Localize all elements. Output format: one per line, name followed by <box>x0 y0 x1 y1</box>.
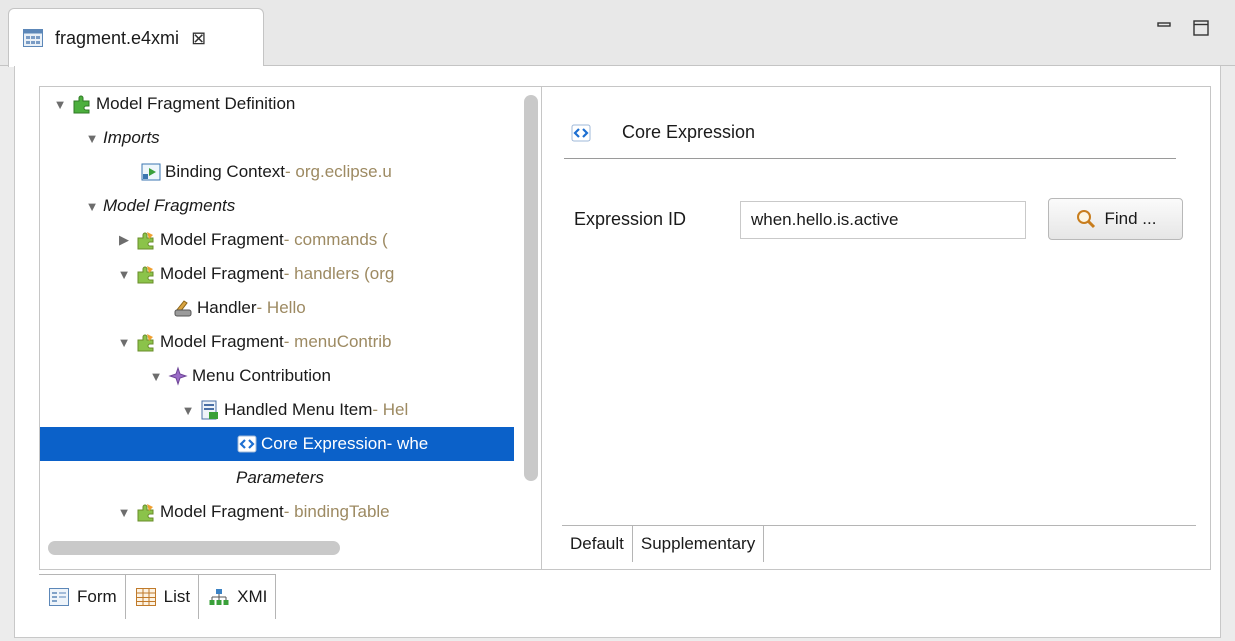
tree-row-extra: - org.eclipse.u <box>285 162 392 181</box>
hierarchy-icon <box>209 589 229 605</box>
tree-row-model-fragment-commands[interactable]: ▶ Model Fragment - commands ( <box>116 223 388 257</box>
tree-row-label: Handled Menu Item <box>224 400 373 419</box>
fragment-puzzle-icon <box>137 232 154 250</box>
tree-row-label: Parameters <box>236 468 324 487</box>
horizontal-scrollbar[interactable] <box>48 541 340 555</box>
tree-row-model-fragment-bindingtable[interactable]: ▼ Model Fragment - bindingTable <box>116 495 390 529</box>
tab-supplementary-label: Supplementary <box>640 534 756 553</box>
tree-row-label: Model Fragments <box>103 196 236 215</box>
expanded-arrow-icon[interactable]: ▼ <box>116 335 132 350</box>
details-header: Core Expression <box>564 107 1176 159</box>
tree-row-handler[interactable]: Handler - Hello <box>172 291 306 325</box>
find-button-label: Find ... <box>1104 209 1157 228</box>
tree-row-parameters[interactable]: Parameters <box>236 461 324 495</box>
expanded-arrow-icon[interactable]: ▼ <box>52 97 68 112</box>
maximize-icon[interactable] <box>1193 20 1209 36</box>
core-expression-icon <box>571 124 591 141</box>
tree-row-label: Binding Context <box>165 162 286 181</box>
handler-icon <box>174 300 192 317</box>
tree-row-model-fragment-handlers[interactable]: ▼ Model Fragment - handlers (org <box>116 257 394 291</box>
details-title: Core Expression <box>622 122 756 142</box>
editor-tab-title: fragment.e4xmi <box>55 27 180 48</box>
tree-row-label: Core Expression <box>261 434 387 453</box>
tab-list[interactable]: List <box>126 575 200 619</box>
tree-row-extra: - commands ( <box>283 230 388 249</box>
editor-content: ▼ Model Fragment Definition ▼ Imports Bi… <box>14 66 1221 638</box>
tab-supplementary[interactable]: Supplementary <box>633 526 765 562</box>
fragment-puzzle-icon <box>137 334 154 352</box>
details-panel: Core Expression Expression ID Find ... D… <box>541 86 1211 570</box>
tab-form-label: Form <box>77 587 117 606</box>
tree-row-label: Menu Contribution <box>192 366 331 385</box>
magnifier-icon <box>1076 210 1095 229</box>
core-expression-icon <box>237 435 257 453</box>
expanded-arrow-icon[interactable]: ▼ <box>84 131 100 146</box>
expanded-arrow-icon[interactable]: ▼ <box>148 369 164 384</box>
tab-form[interactable]: Form <box>39 575 126 619</box>
tree-row-label: Model Fragment <box>160 332 284 351</box>
fragment-puzzle-icon <box>137 504 154 522</box>
tree-row-handled-menu-item[interactable]: ▼ Handled Menu Item - Hel <box>180 393 408 427</box>
tab-list-label: List <box>163 587 191 606</box>
tree-row-label: Model Fragment <box>160 264 284 283</box>
puzzle-icon <box>73 95 90 114</box>
expanded-arrow-icon[interactable]: ▼ <box>116 505 132 520</box>
model-editor: fragment.e4xmi ⊠ ▼ Model Fragment Defini… <box>0 0 1235 641</box>
editor-tab[interactable]: fragment.e4xmi ⊠ <box>8 8 264 67</box>
tree-row-label: Model Fragment <box>160 230 284 249</box>
expression-id-input[interactable] <box>740 201 1026 239</box>
tree-row-extra: - bindingTable <box>283 502 390 521</box>
find-button[interactable]: Find ... <box>1048 198 1183 240</box>
fragment-puzzle-icon <box>137 266 154 284</box>
tab-xmi-label: XMI <box>237 587 268 606</box>
tree-row-extra: - whe <box>386 434 429 453</box>
expanded-arrow-icon[interactable]: ▼ <box>180 403 196 418</box>
tree-row-extra: - Hel <box>372 400 409 419</box>
tree-row-menu-contribution[interactable]: ▼ Menu Contribution <box>148 359 331 393</box>
e4xmi-file-icon <box>23 29 43 47</box>
editor-tab-bar: fragment.e4xmi ⊠ <box>0 0 1235 67</box>
tab-xmi[interactable]: XMI <box>199 575 277 619</box>
tree-row-label: Model Fragment Definition <box>96 94 296 113</box>
details-tabs: Default Supplementary <box>562 525 1196 563</box>
tree-row-extra: - menuContrib <box>283 332 392 351</box>
editor-page-tabs: Form List XMI <box>39 574 277 620</box>
tree-row-model-fragment-menucontrib[interactable]: ▼ Model Fragment - menuContrib <box>116 325 392 359</box>
expanded-arrow-icon[interactable]: ▼ <box>116 267 132 282</box>
handled-menu-item-icon <box>201 400 218 420</box>
tree-row-label: Handler <box>197 298 257 317</box>
minimize-icon[interactable] <box>1157 20 1173 36</box>
vertical-scrollbar[interactable] <box>524 95 538 481</box>
collapsed-arrow-icon[interactable]: ▶ <box>116 232 132 248</box>
tree-row-extra: - Hello <box>256 298 306 317</box>
tree-row-extra: - handlers (org <box>283 264 395 283</box>
tree-row-binding-context[interactable]: Binding Context - org.eclipse.u <box>140 155 392 189</box>
menu-contribution-icon <box>168 366 188 386</box>
tab-default[interactable]: Default <box>562 526 633 562</box>
tree-row-model-fragments[interactable]: ▼ Model Fragments <box>84 189 236 223</box>
tree-row-model-fragment-definition[interactable]: ▼ Model Fragment Definition <box>52 87 295 121</box>
form-icon <box>49 588 69 606</box>
tab-default-label: Default <box>570 534 624 553</box>
tree-row-label: Imports <box>103 128 160 147</box>
tree-row-core-expression[interactable]: Core Expression - whe <box>40 427 514 461</box>
table-icon <box>135 588 156 606</box>
close-icon[interactable]: ⊠ <box>191 28 206 49</box>
tree-row-label: Model Fragment <box>160 502 284 521</box>
expanded-arrow-icon[interactable]: ▼ <box>84 199 100 214</box>
binding-context-icon <box>141 163 161 181</box>
model-tree[interactable]: ▼ Model Fragment Definition ▼ Imports Bi… <box>39 86 547 570</box>
expression-id-label: Expression ID <box>574 209 687 229</box>
tree-row-imports[interactable]: ▼ Imports <box>84 121 160 155</box>
